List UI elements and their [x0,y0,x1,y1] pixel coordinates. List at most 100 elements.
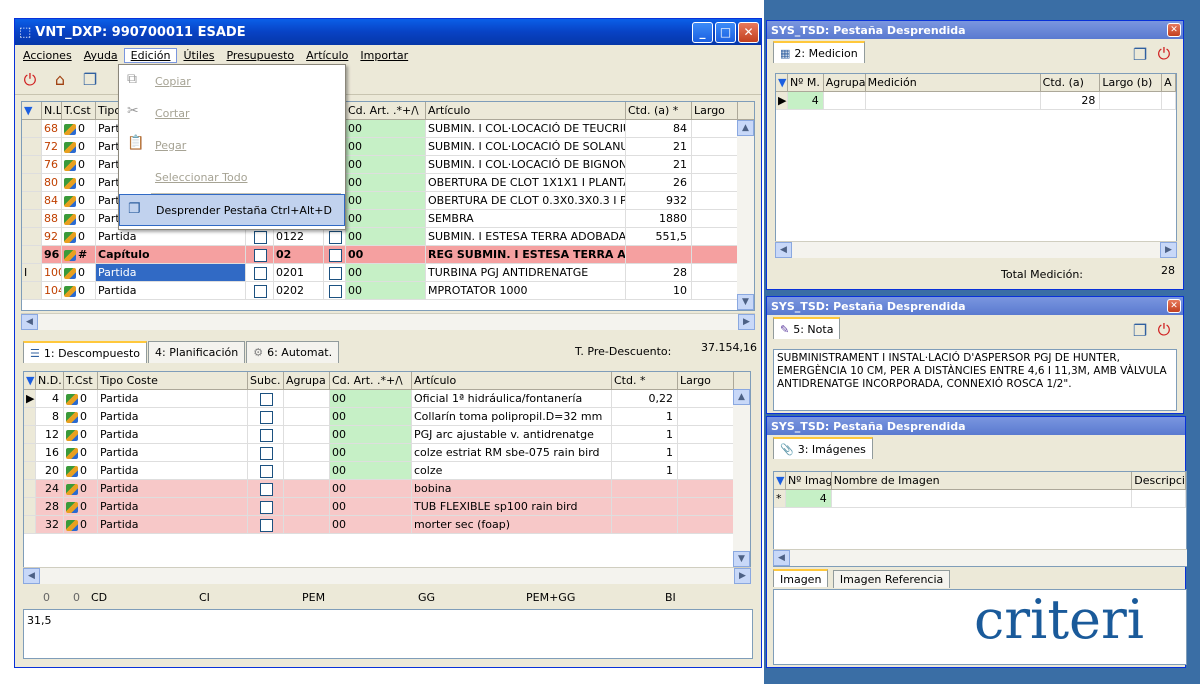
tab-planificacion[interactable]: 4: Planificación [148,341,246,363]
row-agrupa[interactable] [284,480,330,497]
row-articulo[interactable]: REG SUBMIN. I ESTESA TERRA A [426,246,626,263]
tab-automat[interactable]: ⚙ 6: Automat. [246,341,340,363]
medicion-title-bar[interactable]: SYS_TSD: Pestaña Desprendida ✕ [767,21,1183,39]
row-largo[interactable] [692,228,738,245]
row-ctd[interactable]: 932 [626,192,692,209]
minimize-button[interactable]: _ [692,21,713,43]
row-largo[interactable] [692,174,738,191]
row-agrupa[interactable] [284,444,330,461]
medicion-row-medicion[interactable] [866,92,1041,109]
scroll-left-icon[interactable]: ◀ [23,568,40,584]
row-subc[interactable] [246,282,274,299]
tab-imagen[interactable]: Imagen [773,569,829,587]
windows-icon[interactable]: ❐ [79,69,101,91]
tab-nota[interactable]: ✎ 5: Nota [773,317,841,339]
row-ctd[interactable]: 0,22 [612,390,678,407]
row-tipo-coste[interactable]: Partida [98,498,248,515]
row-cdart[interactable]: 00 [346,210,426,227]
tab-descompuesto[interactable]: ☰ 1: Descompuesto [23,341,148,363]
subc-checkbox[interactable] [260,500,273,514]
col-nd[interactable]: N.D. [36,372,64,389]
row-ctd[interactable]: 21 [626,156,692,173]
imagenes-title-bar[interactable]: SYS_TSD: Pestaña Desprendida [767,417,1185,435]
row-largo[interactable] [678,480,734,497]
items-vscroll[interactable]: ▲ ▼ [737,120,754,310]
col-largo[interactable]: Largo [678,372,734,389]
row-largo[interactable] [692,120,738,137]
col-ctd[interactable]: Ctd. * [612,372,678,389]
col-descripcion[interactable]: Descripció [1132,472,1186,489]
row-ctd[interactable] [612,498,678,515]
row-tipo[interactable]: Partida [96,264,246,281]
subc-checkbox[interactable] [254,248,267,262]
row-tipo-coste[interactable]: Partida [98,426,248,443]
row-selector[interactable] [22,138,42,155]
row-articulo[interactable]: TURBINA PGJ ANTIDRENATGE [426,264,626,281]
menu-articulo[interactable]: Artículo [300,49,354,62]
medicion-row-ctd[interactable]: 28 [1041,92,1101,109]
row-agrupa[interactable] [284,390,330,407]
row-largo[interactable] [678,408,734,425]
row-ctd[interactable]: 10 [626,282,692,299]
t-checkbox[interactable] [329,284,342,298]
row-cdart[interactable]: 00 [346,246,426,263]
row-articulo[interactable]: OBERTURA DE CLOT 1X1X1 I PLANTAC [426,174,626,191]
row-articulo[interactable]: SUBMIN. I ESTESA TERRA ADOBADA ( [426,228,626,245]
row-articulo[interactable]: SUBMIN. I COL·LOCACIÓ DE BIGNONIA [426,156,626,173]
row-code[interactable]: 0122 [274,228,324,245]
table-row[interactable]: 8 0 Partida 00 Collarín toma polipropil.D=32… [24,408,750,426]
table-row[interactable]: 92 0 Partida 0122 00 SUBMIN. I ESTESA TERRA A… [22,228,754,246]
col-cdart[interactable]: Cd. Art. .*+/\ [330,372,412,389]
row-largo[interactable] [692,156,738,173]
row-ctd[interactable]: 84 [626,120,692,137]
scroll-left-icon[interactable]: ◀ [21,314,38,330]
close-icon[interactable]: ✕ [1167,23,1181,37]
row-articulo[interactable]: OBERTURA DE CLOT 0.3X0.3X0.3 I PLA [426,192,626,209]
row-ctd[interactable]: 1 [612,444,678,461]
medicion-row[interactable]: ▶ 4 28 [776,92,1176,110]
row-cdart[interactable]: 00 [330,480,412,497]
row-cdart[interactable]: 00 [346,120,426,137]
imagenes-row[interactable]: * 4 [774,490,1186,508]
col-medicion[interactable]: Medición [866,74,1041,91]
scroll-up-icon[interactable]: ▲ [733,389,750,405]
row-t[interactable] [324,228,346,245]
subc-checkbox[interactable] [260,410,273,424]
table-row[interactable]: 16 0 Partida 00 colze estriat RM sbe-075 rai… [24,444,750,462]
menu-edicion[interactable]: Edición [123,47,178,63]
scroll-up-icon[interactable]: ▲ [737,120,754,136]
row-cdart[interactable]: 00 [330,516,412,533]
table-row[interactable]: 20 0 Partida 00 colze 1 [24,462,750,480]
row-cdart[interactable]: 00 [346,174,426,191]
row-ctd[interactable] [612,480,678,497]
row-ctd[interactable]: 1 [612,426,678,443]
row-articulo[interactable]: SUBMIN. I COL·LOCACIÓ DE TEUCRIUM [426,120,626,137]
row-selector[interactable] [22,192,42,209]
row-cdart[interactable]: 00 [330,462,412,479]
menu-ayuda[interactable]: Ayuda [78,49,124,62]
medicion-row-agrupa[interactable] [824,92,866,109]
subc-checkbox[interactable] [260,446,273,460]
subc-checkbox[interactable] [260,482,273,496]
row-t[interactable] [324,282,346,299]
items-hscroll[interactable]: ◀ ▶ [21,313,755,330]
medicion-row-largo[interactable] [1100,92,1163,109]
row-cdart[interactable]: 00 [346,138,426,155]
row-subc[interactable] [248,516,284,533]
col-nimag[interactable]: Nº Imag. [786,472,832,489]
detach-window-icon[interactable]: ❐ [1129,319,1151,341]
menu-item-copiar[interactable]: ⧉ Copiar [119,65,345,97]
menu-item-desprender[interactable]: ❐ Desprender Pestaña Ctrl+Alt+D [119,194,345,226]
row-subc[interactable] [248,480,284,497]
row-cdart[interactable]: 00 [330,390,412,407]
home-icon[interactable]: ⌂ [49,69,71,91]
power-icon[interactable]: ⏻ [1153,43,1175,65]
row-largo[interactable] [678,462,734,479]
row-agrupa[interactable] [284,462,330,479]
row-subc[interactable] [248,390,284,407]
row-subc[interactable] [248,462,284,479]
row-articulo[interactable]: PGJ arc ajustable v. antidrenatge [412,426,612,443]
nota-textarea[interactable]: SUBMINISTRAMENT I INSTAL·LACIÓ D'ASPERSO… [773,349,1177,411]
row-largo[interactable] [692,210,738,227]
scroll-left-icon[interactable]: ◀ [775,242,792,258]
